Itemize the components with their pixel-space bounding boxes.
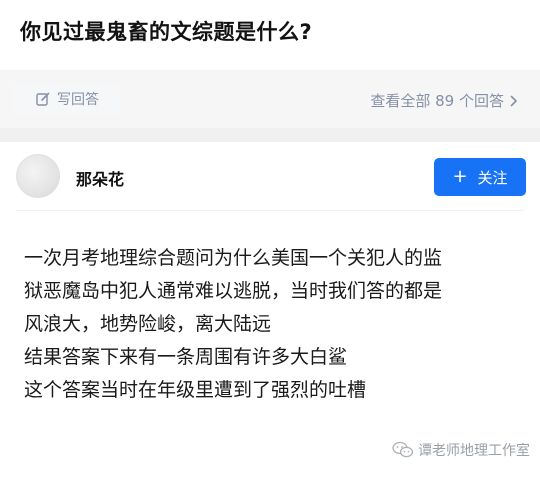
watermark-text: 谭老师地理工作室 [418,443,530,459]
author-name[interactable]: 那朵花 [76,166,124,190]
answer-line: 风浪大，地势险峻，离大陆远 [24,313,272,335]
follow-button[interactable]: + 关注 [434,158,526,196]
answer-content[interactable]: 一次月考地理综合题问为什么美国一个关犯人的监 狱恶魔岛中犯人通常难以逃脱，当时我… [24,242,524,407]
question-title[interactable]: 你见过最鬼畜的文综题是什么? [20,16,312,46]
chevron-right-icon [510,95,518,107]
write-answer-button[interactable]: 写回答 [14,82,120,116]
answer-line: 结果答案下来有一条周围有许多大白鲨 [24,346,348,368]
answer-line: 一次月考地理综合题问为什么美国一个关犯人的监 [24,247,443,269]
author-header: 那朵花 + 关注 [0,142,540,210]
divider-line [16,210,524,211]
wechat-icon [392,441,414,459]
answer-line: 狱恶魔岛中犯人通常难以逃脱，当时我们答的都是 [24,280,443,302]
edit-icon [35,91,51,107]
view-all-answers-label: 查看全部 89 个回答 [370,92,504,110]
avatar[interactable] [16,154,60,198]
watermark: 谭老师地理工作室 [392,440,530,460]
answer-page: 你见过最鬼畜的文综题是什么? 写回答 查看全部 89 个回答 那朵花 + 关注 … [0,0,540,480]
question-action-bar: 写回答 查看全部 89 个回答 [0,70,540,128]
view-all-answers-link[interactable]: 查看全部 89 个回答 [370,90,518,111]
answer-line: 这个答案当时在年级里遭到了强烈的吐槽 [24,379,367,401]
write-answer-label: 写回答 [57,92,99,108]
section-divider [0,128,540,142]
follow-label: 关注 [477,168,508,187]
plus-icon: + [452,166,468,187]
